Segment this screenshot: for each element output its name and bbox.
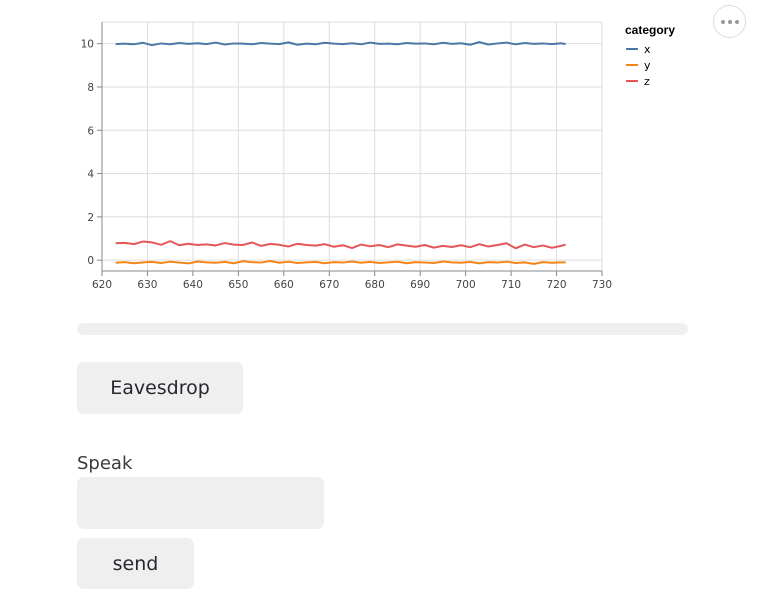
- legend-label-x: x: [644, 43, 651, 56]
- x-tick-label: 700: [456, 279, 476, 291]
- legend-title: category: [625, 23, 675, 37]
- eavesdrop-button[interactable]: Eavesdrop: [77, 362, 243, 414]
- legend-label-z: z: [644, 75, 650, 88]
- legend-label-y: y: [644, 59, 651, 72]
- x-tick-label: 630: [137, 279, 157, 291]
- x-tick-label: 670: [319, 279, 339, 291]
- x-tick-label: 640: [183, 279, 203, 291]
- x-tick-label: 680: [365, 279, 385, 291]
- x-tick-label: 720: [547, 279, 567, 291]
- x-tick-label: 660: [274, 279, 294, 291]
- y-tick-label: 8: [87, 82, 94, 94]
- series-line-z: [115, 240, 566, 250]
- progress-bar: [77, 323, 688, 335]
- sensor-line-chart: 0 2 4 6 8 10 620 630 640 650 660 670 680 690 700 710 720…: [60, 8, 700, 300]
- x-tick-label: 620: [92, 279, 112, 291]
- speak-input[interactable]: [77, 477, 324, 529]
- y-tick-label: 4: [87, 169, 94, 181]
- send-button[interactable]: send: [77, 538, 194, 589]
- y-tick-label: 0: [87, 255, 94, 267]
- x-tick-label: 710: [501, 279, 521, 291]
- chart-svg: 0 2 4 6 8 10 620 630 640 650 660 670 680 690 700 710 720…: [81, 21, 675, 291]
- more-options-icon[interactable]: [713, 5, 746, 38]
- series-line-x: [115, 41, 566, 47]
- series-line-y: [115, 260, 566, 265]
- x-tick-label: 690: [410, 279, 430, 291]
- x-tick-label: 730: [592, 279, 612, 291]
- x-tick-label: 650: [228, 279, 248, 291]
- speak-label: Speak: [77, 453, 133, 474]
- y-tick-label: 2: [87, 212, 94, 224]
- y-tick-label: 6: [87, 125, 94, 137]
- y-tick-label: 10: [81, 39, 94, 51]
